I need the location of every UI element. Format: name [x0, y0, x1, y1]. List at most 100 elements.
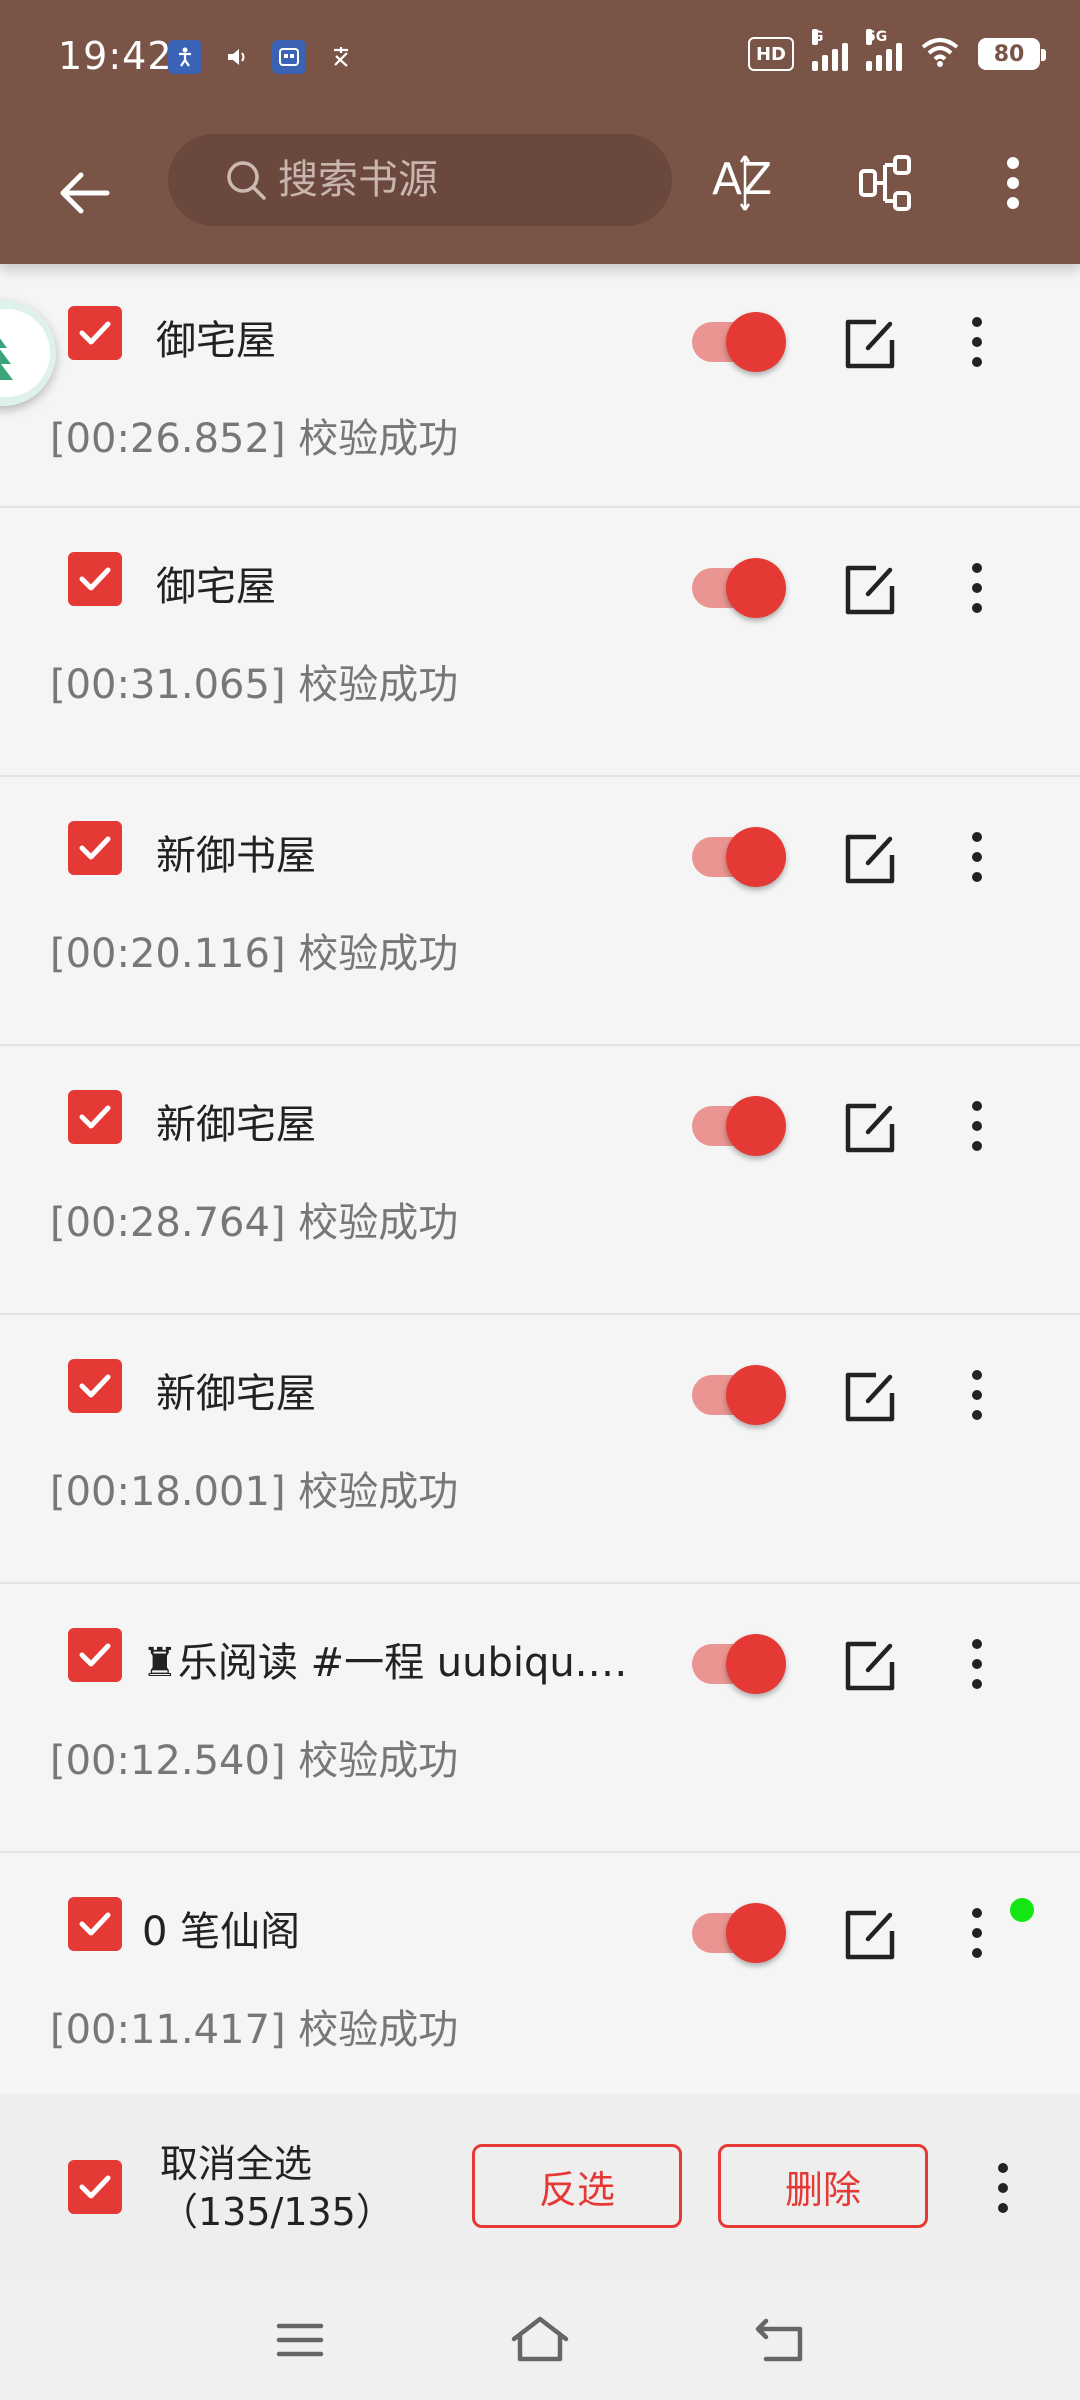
wifi-icon	[920, 36, 960, 72]
status-bar: 19:42 HD G 5G 80	[0, 0, 1080, 118]
row-checkbox[interactable]	[68, 1359, 122, 1413]
row-more-button[interactable]	[952, 312, 1002, 372]
row-more-button[interactable]	[952, 827, 1002, 887]
check-icon	[79, 2175, 111, 2199]
list-item[interactable]: 御宅屋 [00:31.065] 校验成功	[0, 508, 1080, 777]
row-checkbox[interactable]	[68, 1090, 122, 1144]
row-checkbox[interactable]	[68, 1628, 122, 1682]
check-icon	[79, 1643, 111, 1667]
cell-signal-icon: G	[812, 29, 848, 71]
more-vertical-icon	[972, 1101, 982, 1151]
recent-apps-button[interactable]	[270, 2310, 330, 2370]
check-icon	[79, 1105, 111, 1129]
select-all-checkbox[interactable]	[68, 2160, 122, 2214]
privacy-indicator-dot	[1010, 1898, 1034, 1922]
row-checkbox[interactable]	[68, 552, 122, 606]
accessibility-icon	[168, 40, 202, 74]
row-checkbox[interactable]	[68, 1897, 122, 1951]
hd-voice-icon: HD	[748, 37, 794, 71]
search-bar[interactable]	[168, 134, 672, 226]
arrow-back-icon	[60, 172, 110, 214]
edit-icon[interactable]	[842, 1638, 898, 1694]
back-button[interactable]	[40, 148, 130, 238]
row-more-button[interactable]	[952, 558, 1002, 618]
source-check-message: [00:20.116] 校验成功	[50, 931, 459, 977]
more-vertical-icon	[972, 1908, 982, 1958]
invert-selection-button[interactable]: 反选	[472, 2144, 682, 2228]
toolbar-more-button[interactable]	[968, 138, 1058, 228]
status-system-icons: HD G 5G 80	[748, 29, 1046, 72]
more-vertical-icon	[998, 2163, 1008, 2213]
switch-knob[interactable]	[726, 1634, 786, 1694]
edit-icon[interactable]	[842, 831, 898, 887]
switch-knob[interactable]	[726, 827, 786, 887]
android-app-icon	[272, 40, 306, 74]
row-more-button[interactable]	[952, 1634, 1002, 1694]
menu-icon	[276, 2323, 324, 2357]
battery-icon: 80	[978, 38, 1046, 70]
list-item[interactable]: 0 笔仙阁 [00:11.417] 校验成功	[0, 1853, 1080, 2122]
home-icon	[511, 2316, 569, 2362]
edit-icon[interactable]	[842, 1369, 898, 1425]
source-name: 御宅屋	[156, 564, 276, 610]
source-name: ♜乐阅读 #一程 uubiqu.c…	[142, 1640, 642, 1686]
more-vertical-icon	[972, 563, 982, 613]
svg-text:A: A	[712, 154, 742, 205]
edit-icon[interactable]	[842, 316, 898, 372]
list-item[interactable]: 御宅屋 [00:26.852] 校验成功	[0, 264, 1080, 508]
list-item[interactable]: 新御书屋 [00:20.116] 校验成功	[0, 777, 1080, 1046]
more-vertical-icon	[972, 317, 982, 367]
cell-signal-5g-icon: 5G	[866, 29, 902, 71]
sort-button[interactable]: A Z	[700, 138, 790, 228]
row-checkbox[interactable]	[68, 306, 122, 360]
edit-icon[interactable]	[842, 562, 898, 618]
list-item[interactable]: 新御宅屋 [00:28.764] 校验成功	[0, 1046, 1080, 1315]
row-more-button[interactable]	[952, 1365, 1002, 1425]
source-check-message: [00:18.001] 校验成功	[50, 1469, 459, 1515]
source-check-message: [00:12.540] 校验成功	[50, 1738, 459, 1784]
edit-icon[interactable]	[842, 1100, 898, 1156]
switch-knob[interactable]	[726, 558, 786, 618]
switch-knob[interactable]	[726, 1096, 786, 1156]
search-input[interactable]	[276, 156, 660, 204]
svg-text:Z: Z	[742, 154, 771, 205]
sort-az-icon: A Z	[712, 154, 773, 211]
select-all-label[interactable]: 取消全选 （135/135）	[160, 2140, 394, 2236]
check-icon	[79, 1912, 111, 1936]
source-name: 新御宅屋	[156, 1371, 316, 1417]
status-notification-icons	[168, 40, 358, 74]
list-item[interactable]: ♜乐阅读 #一程 uubiqu.c… [00:12.540] 校验成功	[0, 1584, 1080, 1853]
system-navigation-bar	[0, 2280, 1080, 2400]
row-checkbox[interactable]	[68, 821, 122, 875]
home-button[interactable]	[510, 2310, 570, 2370]
switch-knob[interactable]	[726, 312, 786, 372]
book-source-list: 御宅屋 [00:26.852] 校验成功 御宅屋 [00:31.065] 校验成…	[0, 264, 1080, 2122]
source-name: 0 笔仙阁	[142, 1909, 301, 1955]
row-more-button[interactable]	[952, 1096, 1002, 1156]
selection-count: （135/135）	[160, 2190, 394, 2234]
deselect-all-text: 取消全选	[160, 2142, 313, 2186]
group-button[interactable]	[842, 138, 932, 228]
tree-structure-icon	[859, 155, 911, 211]
switch-knob[interactable]	[726, 1903, 786, 1963]
bottom-more-button[interactable]	[978, 2158, 1028, 2218]
check-icon	[79, 567, 111, 591]
more-vertical-icon	[972, 832, 982, 882]
edit-icon[interactable]	[842, 1907, 898, 1963]
app-header: 19:42 HD G 5G 80 搜索书源 A Z	[0, 0, 1080, 264]
source-check-message: [00:11.417] 校验成功	[50, 2007, 459, 2053]
list-item[interactable]: 新御宅屋 [00:18.001] 校验成功	[0, 1315, 1080, 1584]
back-nav-button[interactable]	[750, 2310, 810, 2370]
check-icon	[79, 1374, 111, 1398]
input-method-icon	[324, 40, 358, 74]
check-icon	[79, 836, 111, 860]
more-vertical-icon	[1007, 157, 1019, 209]
back-nav-icon	[755, 2318, 803, 2362]
row-more-button[interactable]	[952, 1903, 1002, 1963]
toolbar: A Z	[0, 118, 1080, 264]
switch-knob[interactable]	[726, 1365, 786, 1425]
tree-logo-icon	[0, 338, 13, 380]
source-name: 御宅屋	[156, 318, 276, 364]
delete-button[interactable]: 删除	[718, 2144, 928, 2228]
source-check-message: [00:28.764] 校验成功	[50, 1200, 459, 1246]
